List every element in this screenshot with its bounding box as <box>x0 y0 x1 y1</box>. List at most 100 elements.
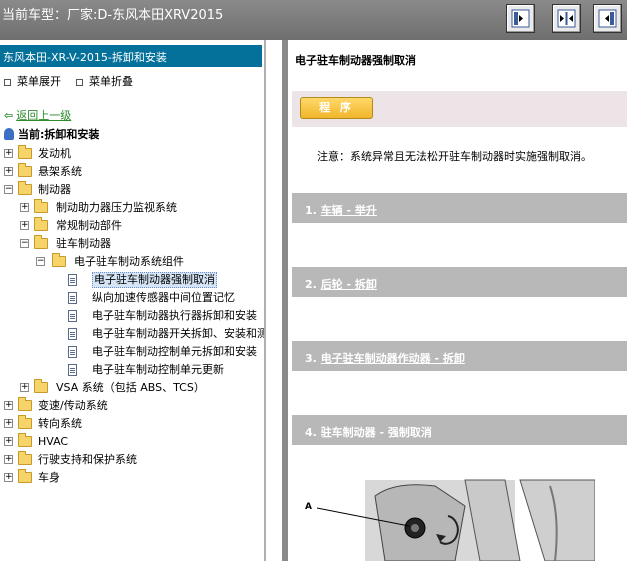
expand-icon[interactable]: + <box>4 419 13 428</box>
page-title: 电子驻车制动器强制取消 <box>295 54 416 67</box>
tree-item-label: 驻车制动器 <box>56 237 111 250</box>
tree-folder-item[interactable]: + 发动机 <box>0 145 266 165</box>
tree-folder-item[interactable]: + 车身 <box>0 469 266 489</box>
tree-folder-item[interactable]: + 转向系统 <box>0 415 266 435</box>
tree-item-label: 车身 <box>38 471 60 484</box>
back-link-label: 返回上一级 <box>16 109 72 122</box>
document-icon <box>68 292 77 304</box>
folder-icon <box>18 433 32 447</box>
brake-illustration: A <box>305 479 595 561</box>
tree-folder-item[interactable]: + 变速/传动系统 <box>0 397 266 417</box>
expand-icon[interactable]: + <box>4 167 13 176</box>
back-link[interactable]: ⇦ 返回上一级 <box>4 107 71 123</box>
tree-folder-item[interactable]: + HVAC <box>0 433 266 453</box>
expand-all-button[interactable]: 菜单展开 <box>4 73 61 89</box>
expand-icon[interactable]: + <box>4 401 13 410</box>
folder-icon <box>18 397 32 411</box>
current-location-label: 当前:拆卸和安装 <box>18 128 100 141</box>
tree-folder-item[interactable]: − 驻车制动器 <box>0 235 266 255</box>
tree-item-label: 悬架系统 <box>38 165 82 178</box>
back-arrow-icon: ⇦ <box>4 109 14 122</box>
document-icon <box>68 274 77 286</box>
step-number: 1. <box>305 204 317 217</box>
layout-right-icon[interactable] <box>593 4 622 33</box>
step-1: 1. 车辆 - 举升 <box>292 193 627 223</box>
document-icon <box>68 346 77 358</box>
expand-all-icon <box>4 78 11 86</box>
tree-leaf-item[interactable]: 纵向加速传感器中间位置记忆 <box>0 291 266 309</box>
layout-left-icon[interactable] <box>506 4 535 33</box>
tree-folder-item[interactable]: + 悬架系统 <box>0 163 266 183</box>
tree-folder-item[interactable]: + VSA 系统（包括 ABS、TCS） <box>0 379 266 399</box>
step-number: 4. <box>305 426 317 439</box>
expand-icon[interactable]: + <box>20 203 29 212</box>
tree-leaf-item[interactable]: 电子驻车制动控制单元拆卸和安装 <box>0 345 266 363</box>
tree-item-label: 电子驻车制动器强制取消 <box>92 272 217 288</box>
folder-icon <box>18 469 32 483</box>
step-3: 3. 电子驻车制动器作动器 - 拆卸 <box>292 341 627 371</box>
tree-item-label: VSA 系统（包括 ABS、TCS） <box>56 381 205 394</box>
tree-folder-item[interactable]: − 电子驻车制动系统组件 <box>0 253 266 273</box>
tree-item-label: 纵向加速传感器中间位置记忆 <box>92 291 235 304</box>
callout-a-label: A <box>305 502 312 512</box>
tree-item-label: 电子驻车制动控制单元更新 <box>92 363 224 376</box>
step-4: 4. 驻车制动器 - 强制取消 <box>292 415 627 445</box>
caution-notice: 注意：系统异常且无法松开驻车制动器时实施强制取消。 <box>317 150 592 163</box>
document-icon <box>68 310 77 322</box>
folder-icon <box>18 163 32 177</box>
navigation-pane: 东风本田-XR-V-2015-拆卸和安装 菜单展开 菜单折叠 ⇦ 返回上一级 当前… <box>0 40 266 561</box>
window-title: 当前车型：厂家:D-东风本田XRV2015 <box>2 8 224 23</box>
pane-gap <box>266 40 282 561</box>
collapse-icon[interactable]: − <box>4 185 13 194</box>
collapse-all-button[interactable]: 菜单折叠 <box>76 73 133 89</box>
tree-item-label: 电子驻车制动系统组件 <box>74 255 184 268</box>
tree-leaf-item[interactable]: 电子驻车制动器开关拆卸、安装和测 <box>0 327 266 345</box>
title-bar: 当前车型：厂家:D-东风本田XRV2015 <box>0 0 627 40</box>
tree-folder-item[interactable]: + 行驶支持和保护系统 <box>0 451 266 471</box>
tree-header: 东风本田-XR-V-2015-拆卸和安装 <box>0 45 262 67</box>
collapse-all-label: 菜单折叠 <box>89 75 133 88</box>
tree-item-label: 制动助力器压力监视系统 <box>56 201 177 214</box>
step-link-vehicle-lift[interactable]: 车辆 - 举升 <box>321 204 377 217</box>
folder-icon <box>52 253 66 267</box>
document-icon <box>68 364 77 376</box>
folder-icon <box>18 145 32 159</box>
expand-icon[interactable]: + <box>4 455 13 464</box>
tree-leaf-item[interactable]: 电子驻车制动器强制取消 <box>0 272 266 291</box>
step-link-rear-wheel[interactable]: 后轮 - 拆卸 <box>321 278 377 291</box>
left-pane-edge <box>264 40 266 561</box>
layout-split-icon[interactable] <box>552 4 581 33</box>
tree-item-label: 电子驻车制动器开关拆卸、安装和测 <box>92 327 266 340</box>
current-location: 当前:拆卸和安装 <box>4 126 99 142</box>
folder-icon <box>34 199 48 213</box>
collapse-icon[interactable]: − <box>20 239 29 248</box>
expand-icon[interactable]: + <box>4 149 13 158</box>
tree-item-label: 行驶支持和保护系统 <box>38 453 137 466</box>
expand-icon[interactable]: + <box>20 383 29 392</box>
collapse-icon[interactable]: − <box>36 257 45 266</box>
tree-item-label: 变速/传动系统 <box>38 399 108 412</box>
step-text: 驻车制动器 - 强制取消 <box>320 426 432 439</box>
tree-item-label: 制动器 <box>38 183 71 196</box>
tree-item-label: 转向系统 <box>38 417 82 430</box>
folder-icon <box>18 415 32 429</box>
user-icon <box>4 128 14 140</box>
folder-icon <box>18 181 32 195</box>
folder-icon <box>34 235 48 249</box>
step-number: 2. <box>305 278 317 291</box>
tree-leaf-item[interactable]: 电子驻车制动器执行器拆卸和安装 <box>0 309 266 327</box>
step-number: 3. <box>305 352 317 365</box>
tree-item-label: HVAC <box>38 435 69 448</box>
expand-icon[interactable]: + <box>20 221 29 230</box>
collapse-all-icon <box>76 78 83 86</box>
folder-icon <box>34 217 48 231</box>
folder-icon <box>18 451 32 465</box>
expand-icon[interactable]: + <box>4 437 13 446</box>
tree-item-label: 电子驻车制动控制单元拆卸和安装 <box>92 345 257 358</box>
document-icon <box>68 328 77 340</box>
expand-all-label: 菜单展开 <box>17 75 61 88</box>
expand-icon[interactable]: + <box>4 473 13 482</box>
procedure-button[interactable]: 程 序 <box>300 97 373 119</box>
step-2: 2. 后轮 - 拆卸 <box>292 267 627 297</box>
step-link-actuator-removal[interactable]: 电子驻车制动器作动器 - 拆卸 <box>321 352 465 365</box>
